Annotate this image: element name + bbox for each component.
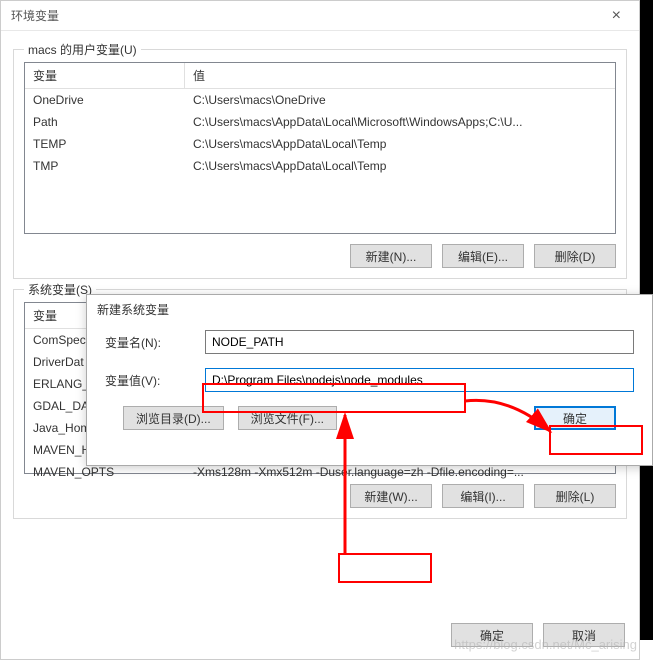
- system-delete-button[interactable]: 删除(L): [534, 484, 616, 508]
- window-title: 环境变量: [11, 7, 59, 24]
- watermark: https://blog.csdn.net/Mc_arising: [454, 637, 637, 652]
- dialog-buttons: 浏览目录(D)... 浏览文件(F)... 确定: [105, 406, 634, 430]
- dialog-title: 新建系统变量: [87, 295, 652, 324]
- user-vars-table[interactable]: 变量 值 OneDriveC:\Users\macs\OneDrive Path…: [24, 62, 616, 234]
- table-row[interactable]: OneDriveC:\Users\macs\OneDrive: [25, 89, 615, 111]
- user-vars-section: macs 的用户变量(U) 变量 值 OneDriveC:\Users\macs…: [13, 49, 627, 279]
- close-icon[interactable]: ×: [604, 5, 629, 27]
- var-name-label: 变量名(N):: [105, 334, 205, 351]
- user-new-button[interactable]: 新建(N)...: [350, 244, 432, 268]
- new-system-var-dialog: 新建系统变量 变量名(N): 变量值(V): 浏览目录(D)... 浏览文件(F…: [86, 294, 653, 466]
- var-value-label: 变量值(V):: [105, 372, 205, 389]
- dialog-body: 变量名(N): 变量值(V): 浏览目录(D)... 浏览文件(F)... 确定: [87, 324, 652, 440]
- col-value: 值: [185, 63, 615, 88]
- var-name-input[interactable]: [205, 330, 634, 354]
- table-row[interactable]: TEMPC:\Users\macs\AppData\Local\Temp: [25, 133, 615, 155]
- dialog-ok-button[interactable]: 确定: [534, 406, 616, 430]
- browse-file-button[interactable]: 浏览文件(F)...: [238, 406, 337, 430]
- user-vars-buttons: 新建(N)... 编辑(E)... 删除(D): [24, 244, 616, 268]
- titlebar: 环境变量 ×: [1, 1, 639, 31]
- var-value-row: 变量值(V):: [105, 368, 634, 392]
- system-edit-button[interactable]: 编辑(I)...: [442, 484, 524, 508]
- col-variable: 变量: [25, 63, 185, 88]
- system-vars-buttons: 新建(W)... 编辑(I)... 删除(L): [24, 484, 616, 508]
- var-name-row: 变量名(N):: [105, 330, 634, 354]
- table-row[interactable]: PathC:\Users\macs\AppData\Local\Microsof…: [25, 111, 615, 133]
- user-edit-button[interactable]: 编辑(E)...: [442, 244, 524, 268]
- user-delete-button[interactable]: 删除(D): [534, 244, 616, 268]
- user-vars-body: OneDriveC:\Users\macs\OneDrive PathC:\Us…: [25, 89, 615, 177]
- user-vars-label: macs 的用户变量(U): [24, 41, 141, 58]
- table-row[interactable]: TMPC:\Users\macs\AppData\Local\Temp: [25, 155, 615, 177]
- system-new-button[interactable]: 新建(W)...: [350, 484, 432, 508]
- var-value-input[interactable]: [205, 368, 634, 392]
- browse-dir-button[interactable]: 浏览目录(D)...: [123, 406, 224, 430]
- table-header: 变量 值: [25, 63, 615, 89]
